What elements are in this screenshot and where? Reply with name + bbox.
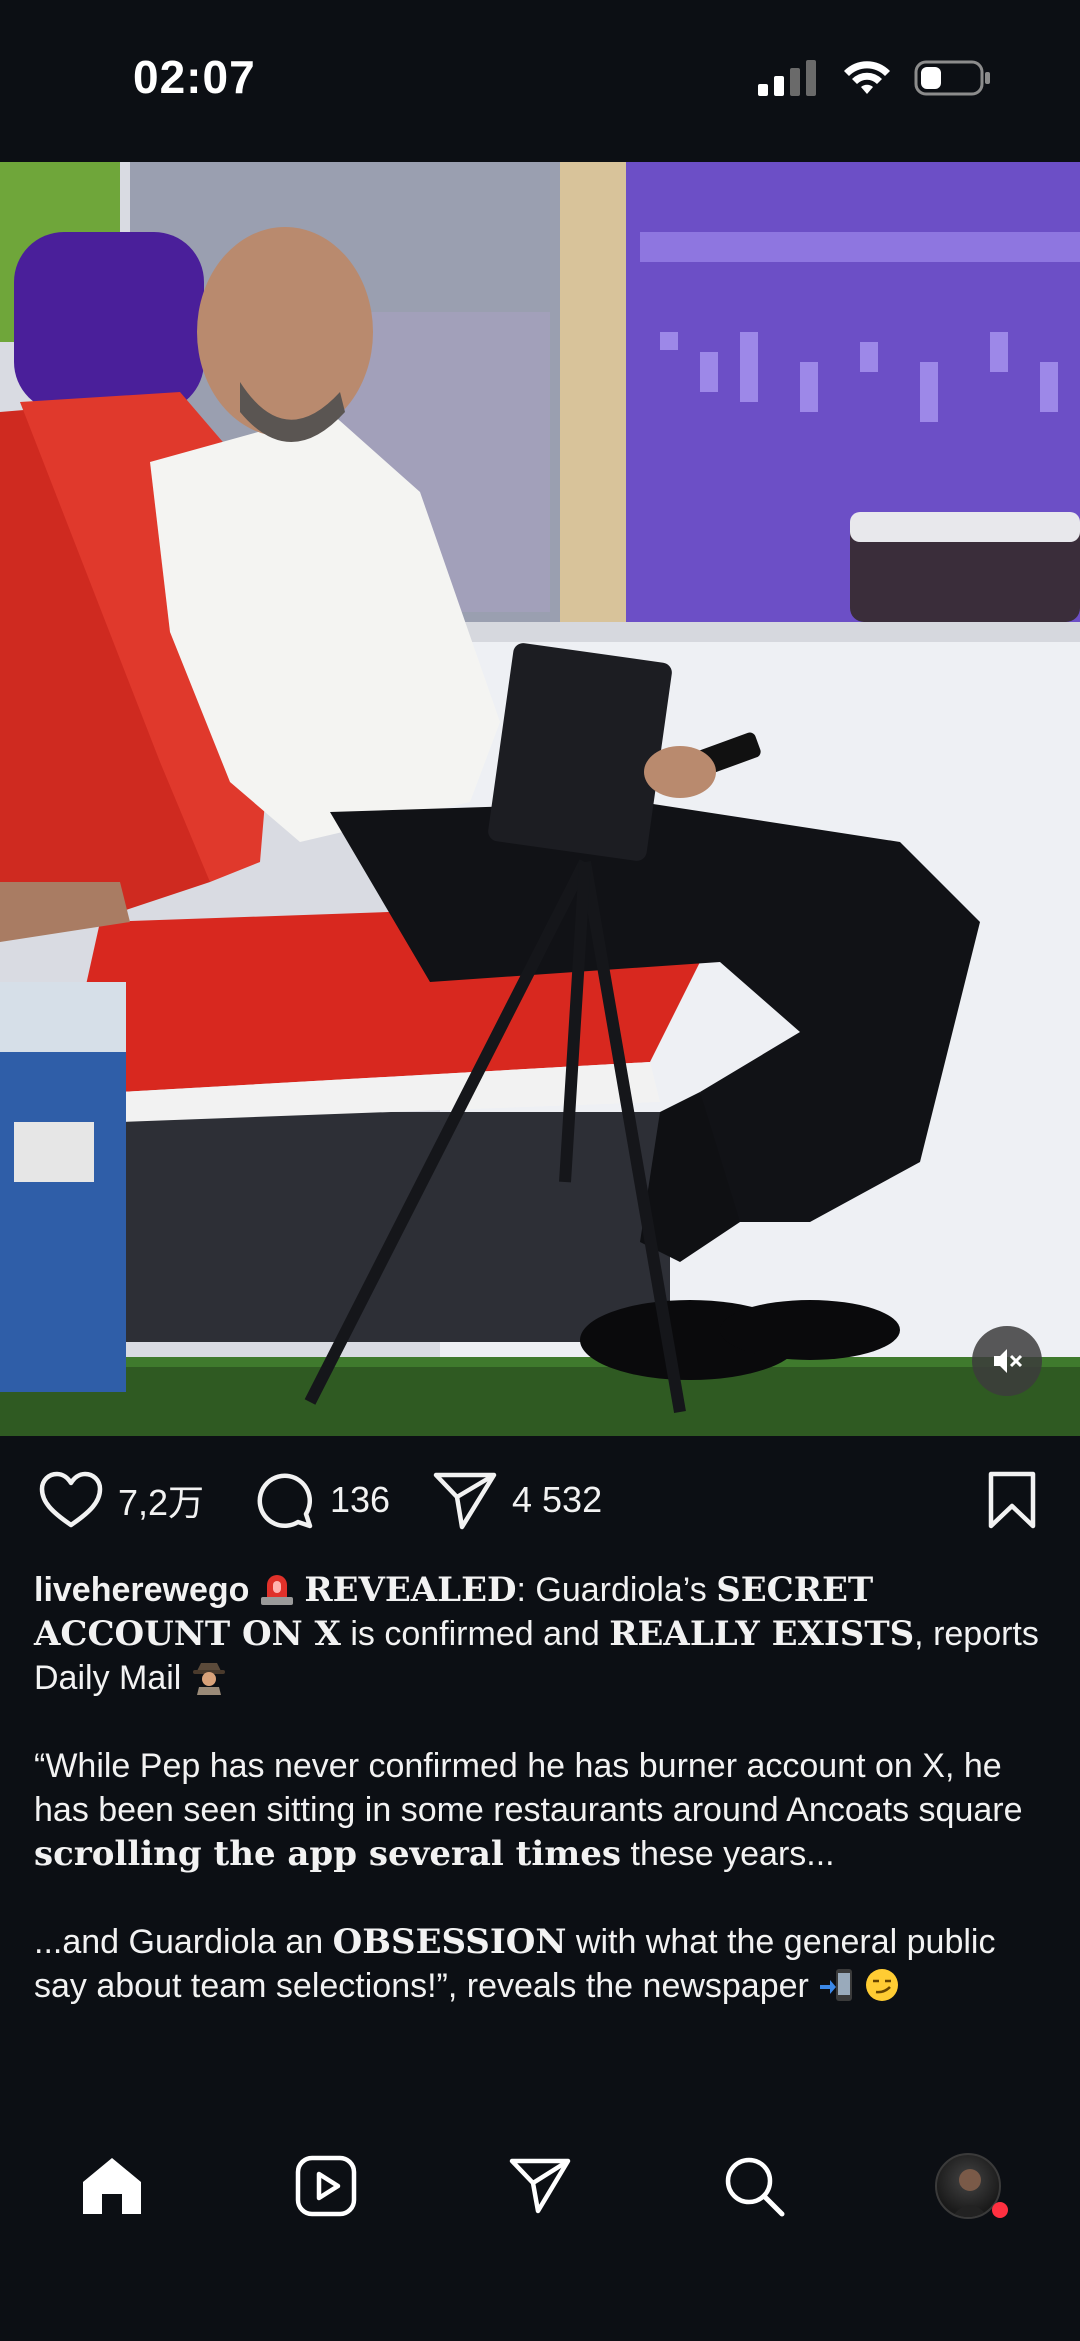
comment-icon	[257, 1473, 313, 1529]
save-button[interactable]	[986, 1470, 1038, 1530]
post-media[interactable]	[0, 162, 1080, 1436]
comment-count[interactable]: 136	[330, 1479, 390, 1521]
nav-home[interactable]	[72, 2146, 152, 2226]
nav-search[interactable]	[714, 2146, 794, 2226]
home-icon	[83, 2158, 141, 2214]
caption-paragraph-3: ...and Guardiola an OBSESSION with what …	[34, 1922, 996, 2005]
nav-reels[interactable]	[286, 2146, 366, 2226]
status-icons	[758, 58, 992, 98]
speaker-muted-icon	[994, 1349, 1023, 1373]
detective-emoji-icon	[192, 1663, 225, 1695]
like-button[interactable]: 7,2万	[38, 1470, 204, 1530]
phone-arrow-emoji-icon	[820, 1969, 853, 2001]
siren-emoji-icon	[260, 1575, 293, 1605]
notification-dot	[992, 2202, 1008, 2218]
bookmark-icon	[988, 1471, 1036, 1529]
smirk-emoji-icon	[865, 1969, 898, 2001]
search-icon	[725, 2157, 785, 2217]
status-time: 02:07	[133, 51, 256, 103]
cellular-signal-icon	[758, 60, 816, 96]
comment-button[interactable]: 136	[254, 1470, 390, 1530]
nav-direct[interactable]	[500, 2146, 580, 2226]
status-bar: 02:07	[0, 0, 1080, 162]
reels-icon	[295, 2155, 357, 2217]
post-actions: 7,2万 136 4 532	[0, 1470, 1080, 1530]
share-count[interactable]: 4 532	[512, 1479, 602, 1521]
direct-icon	[509, 2158, 571, 2214]
post-caption: liveherewego REVEALED: Guardiola’s SECRE…	[34, 1568, 1044, 2052]
wifi-icon	[844, 61, 890, 94]
revealed-label: REVEALED	[304, 1570, 517, 1610]
username[interactable]: liveherewego	[34, 1571, 249, 1609]
like-count[interactable]: 7,2万	[118, 1474, 204, 1526]
battery-icon	[914, 60, 990, 96]
send-icon	[433, 1472, 497, 1530]
bottom-nav	[0, 2112, 1080, 2341]
share-button[interactable]: 4 532	[432, 1470, 602, 1530]
mute-button[interactable]	[972, 1326, 1042, 1396]
post-photo	[0, 162, 1080, 1436]
caption-paragraph-2: “While Pep has never confirmed he has bu…	[34, 1747, 1023, 1874]
caption-paragraph-1: liveherewego REVEALED: Guardiola’s SECRE…	[34, 1570, 1039, 1697]
heart-icon	[39, 1471, 103, 1528]
